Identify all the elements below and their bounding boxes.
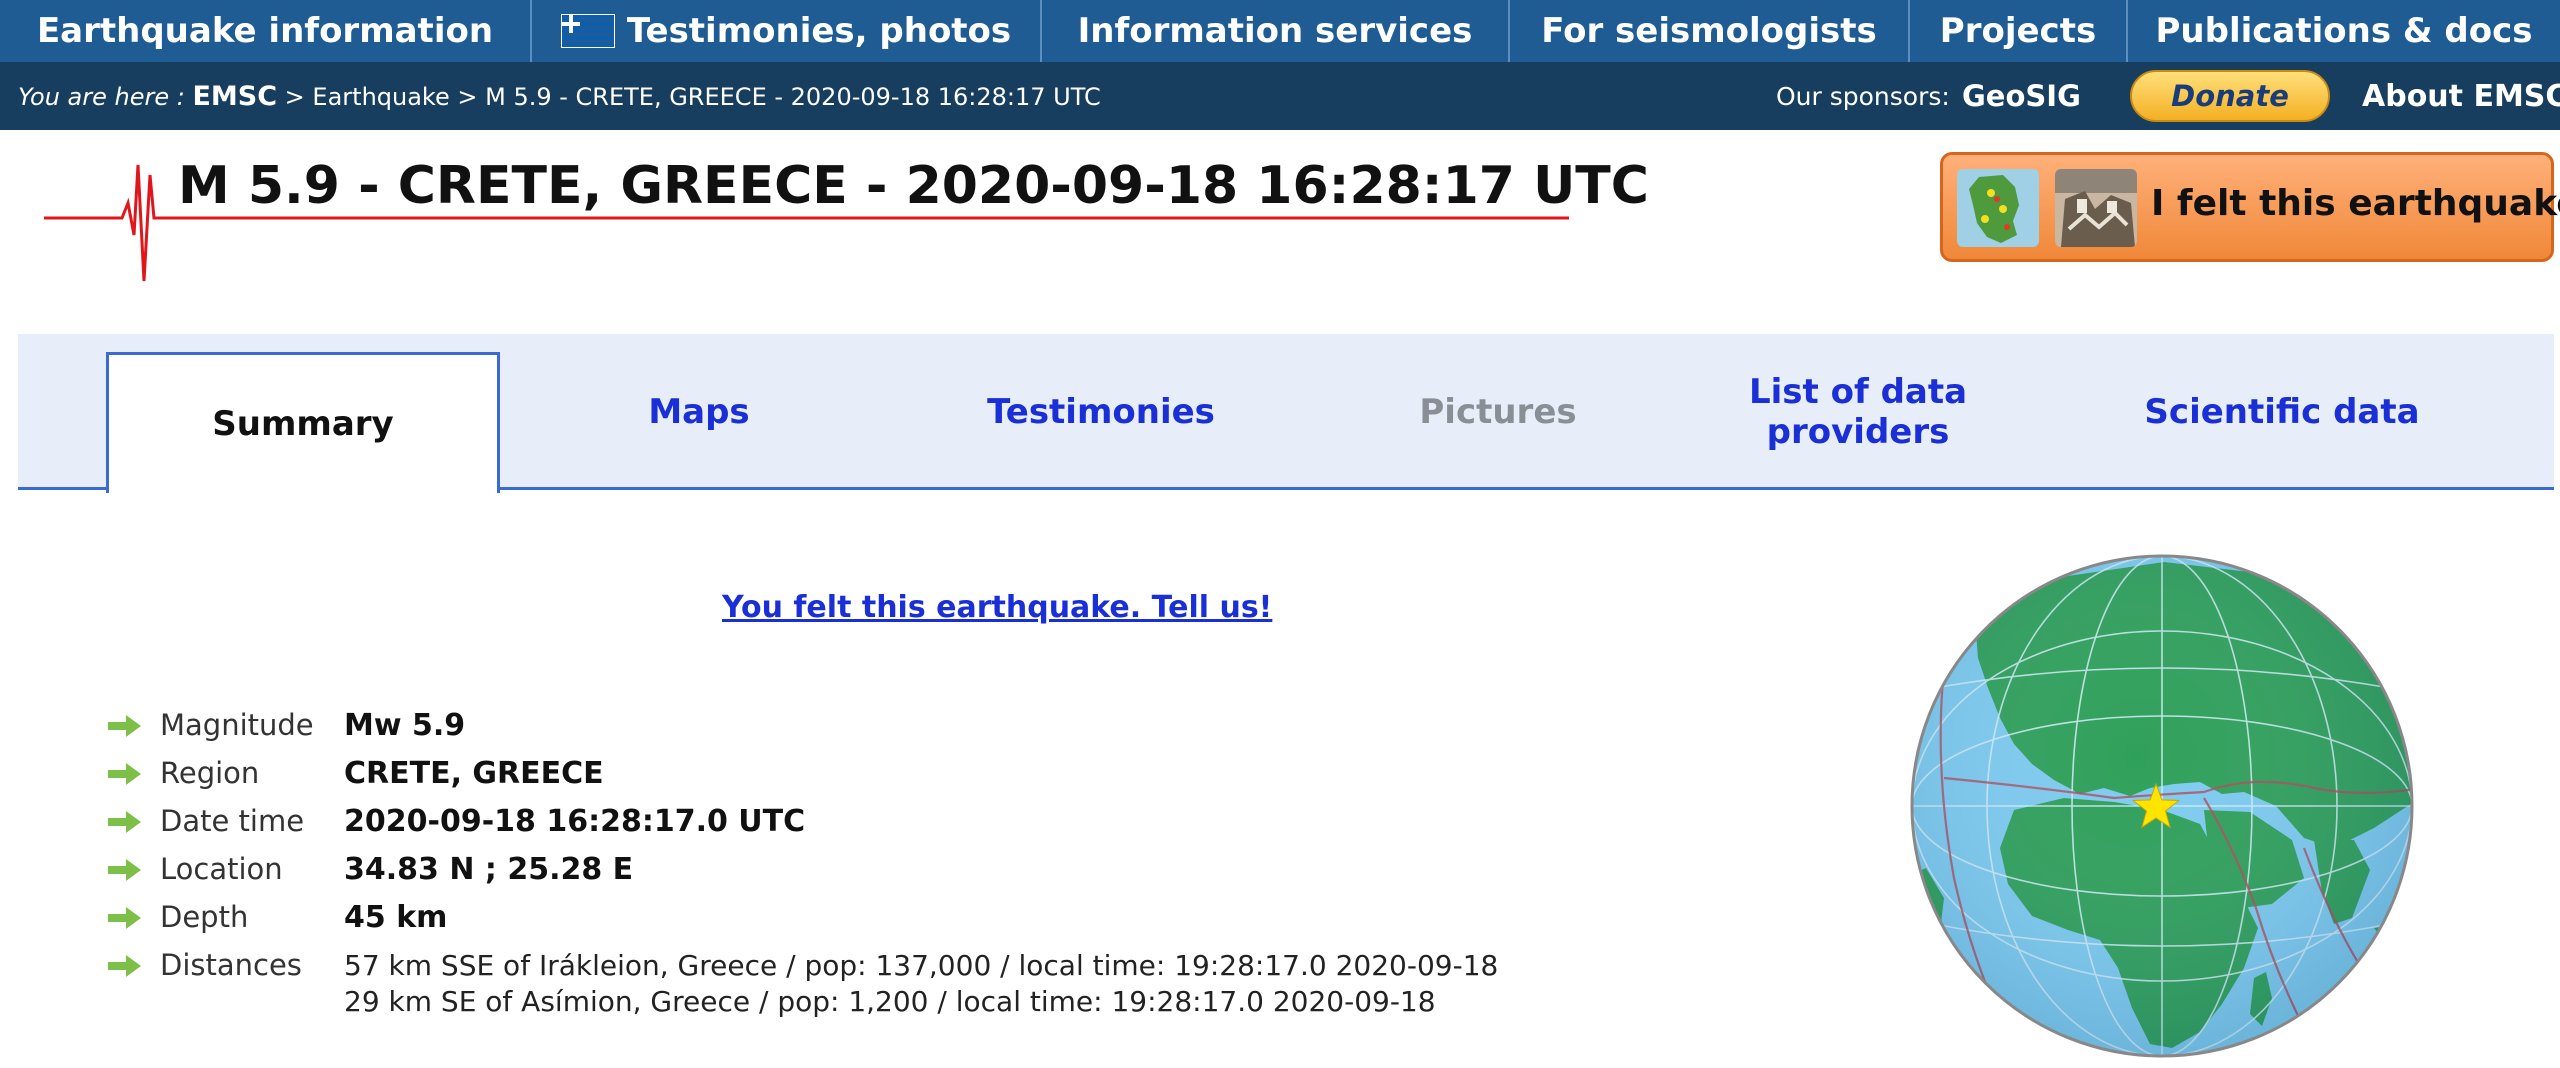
detail-value: 45 km xyxy=(344,900,448,935)
detail-value: 34.83 N ; 25.28 E xyxy=(344,852,634,887)
arrow-right-icon xyxy=(108,715,141,737)
tab-maps[interactable]: Maps xyxy=(532,334,866,490)
tab-testimonies[interactable]: Testimonies xyxy=(906,334,1296,490)
detail-value: Mw 5.9 xyxy=(344,708,466,743)
detail-label: Depth xyxy=(160,900,249,934)
nav-publications-docs[interactable]: Publications & docs xyxy=(2128,0,2560,62)
arrow-right-icon xyxy=(108,763,141,785)
nav-for-seismologists[interactable]: For seismologists xyxy=(1510,0,1910,62)
tab-label: Scientific data xyxy=(2144,392,2420,432)
arrow-right-icon xyxy=(108,811,141,833)
nav-label: Earthquake information xyxy=(36,11,494,51)
damage-photo-icon xyxy=(2055,169,2137,247)
sponsors-label: Our sponsors: xyxy=(1776,81,1950,111)
about-emsc-link[interactable]: About EMSC xyxy=(2362,79,2560,114)
tab-label: Summary xyxy=(212,404,394,444)
tab-label: Testimonies xyxy=(987,392,1215,432)
tab-data-providers[interactable]: List of data providers xyxy=(1708,334,2008,490)
detail-value: 2020-09-18 16:28:17.0 UTC xyxy=(344,804,806,839)
arrow-right-icon xyxy=(108,955,141,977)
donate-label: Donate xyxy=(2171,79,2289,113)
detail-region: Region CRETE, GREECE xyxy=(108,756,604,804)
sponsor-link[interactable]: GeoSIG xyxy=(1962,79,2081,113)
distances-list: 57 km SSE of Irákleion, Greece / pop: 13… xyxy=(344,948,1498,1020)
felt-earthquake-label: I felt this earthquake xyxy=(2151,183,2560,224)
detail-label: Region xyxy=(160,756,260,790)
tab-label: Pictures xyxy=(1419,392,1577,432)
breadcrumb: You are here : EMSC > Earthquake > M 5.9… xyxy=(18,81,1101,112)
distance-line: 29 km SE of Asímion, Greece / pop: 1,200… xyxy=(344,985,1436,1018)
detail-magnitude: Magnitude Mw 5.9 xyxy=(108,708,465,756)
detail-label: Distances xyxy=(160,948,302,982)
detail-label: Date time xyxy=(160,804,305,838)
arrow-right-icon xyxy=(108,907,141,929)
felt-earthquake-button[interactable]: I felt this earthquake xyxy=(1940,152,2560,262)
nav-label: Publications & docs xyxy=(2155,11,2533,51)
arrow-right-icon xyxy=(108,859,141,881)
breadcrumb-root-link[interactable]: EMSC xyxy=(192,81,277,112)
nav-label: For seismologists xyxy=(1541,11,1877,51)
nav-information-services[interactable]: Information services xyxy=(1042,0,1510,62)
epicenter-globe-map xyxy=(1910,554,2414,1058)
tab-bar: Summary Maps Testimonies Pictures List o… xyxy=(18,334,2554,493)
distance-line: 57 km SSE of Irákleion, Greece / pop: 13… xyxy=(344,949,1499,982)
nav-label: Projects xyxy=(1939,11,2097,51)
nav-earthquake-information[interactable]: Earthquake information xyxy=(0,0,532,62)
top-nav: Earthquake information Testimonies, phot… xyxy=(0,0,2560,62)
detail-value: CRETE, GREECE xyxy=(344,756,604,791)
greece-flag-icon xyxy=(560,14,615,48)
detail-label: Location xyxy=(160,852,283,886)
nav-label: Information services xyxy=(1077,11,1473,51)
tab-label: List of data providers xyxy=(1748,372,1968,452)
nav-testimonies-photos[interactable]: Testimonies, photos xyxy=(532,0,1042,62)
detail-distances: Distances 57 km SSE of Irákleion, Greece… xyxy=(108,948,1498,1028)
donate-button[interactable]: Donate xyxy=(2130,70,2330,122)
breadcrumb-bar: You are here : EMSC > Earthquake > M 5.9… xyxy=(0,62,2560,130)
detail-label: Magnitude xyxy=(160,708,314,742)
breadcrumb-path: > Earthquake > M 5.9 - CRETE, GREECE - 2… xyxy=(277,82,1101,111)
nav-label: Testimonies, photos xyxy=(626,11,1012,51)
nav-projects[interactable]: Projects xyxy=(1910,0,2128,62)
page-title: M 5.9 - CRETE, GREECE - 2020-09-18 16:28… xyxy=(178,156,1649,216)
felt-testimony-link[interactable]: You felt this earthquake. Tell us! xyxy=(722,590,1272,625)
tab-scientific-data[interactable]: Scientific data xyxy=(2092,334,2472,490)
tab-pictures[interactable]: Pictures xyxy=(1316,334,1680,490)
breadcrumb-prefix: You are here : xyxy=(18,82,193,111)
detail-depth: Depth 45 km xyxy=(108,900,447,948)
tab-label: Maps xyxy=(648,392,750,432)
tab-summary[interactable]: Summary xyxy=(106,352,500,493)
detail-datetime: Date time 2020-09-18 16:28:17.0 UTC xyxy=(108,804,805,852)
intensity-map-icon xyxy=(1957,169,2039,247)
detail-location: Location 34.83 N ; 25.28 E xyxy=(108,852,633,900)
